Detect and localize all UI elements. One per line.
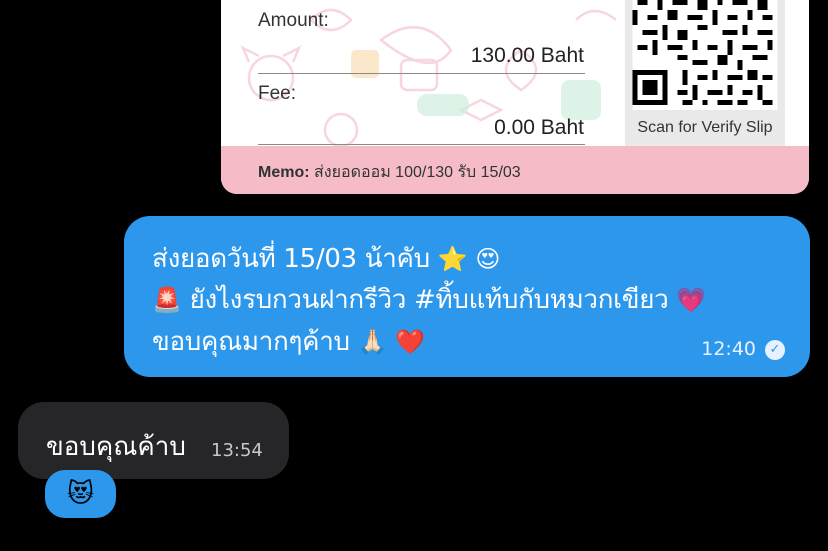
amount-value: 130.00 Baht: [470, 44, 584, 67]
message-line-3-text: ขอบคุณมากๆค้าบ: [152, 327, 350, 357]
fee-value: 0.00 Baht: [494, 116, 584, 139]
red-heart-emoji-icon: ❤️: [395, 328, 425, 356]
verify-qr-panel: Scan for Verify Slip: [625, 0, 785, 152]
memo-bar: Memo: ส่งยอดออม 100/130 รับ 15/03: [221, 146, 809, 194]
message-line-2-text: ยังไงรบกวนฝากรีวิว #ทิ้บแท้บกับหมวกเขียว: [189, 285, 669, 315]
siren-emoji-icon: 🚨: [152, 286, 182, 314]
qr-code-icon: [632, 0, 778, 110]
incoming-message-text: ขอบคุณค้าบ: [46, 432, 186, 462]
transfer-slip-image[interactable]: Amount: 130.00 Baht Fee: 0.00 Baht Scan …: [221, 0, 809, 194]
fee-divider: [258, 144, 585, 145]
star-emoji-icon: ⭐: [437, 245, 468, 273]
amount-divider: [258, 73, 585, 74]
heart-eyes-cat-emoji-icon: 😻: [66, 479, 95, 509]
message-line-2: 🚨 ยังไงรบกวนฝากรีวิว #ทิ้บแท้บกับหมวกเขี…: [152, 279, 706, 320]
message-line-3: ขอบคุณมากๆค้าบ 🙏🏻 ❤️: [152, 321, 425, 362]
incoming-message-bubble[interactable]: ขอบคุณค้าบ 13:54: [18, 402, 289, 479]
incoming-message-time: 13:54: [211, 440, 263, 461]
message-line-1-text: ส่งยอดวันที่ 15/03 น้าคับ: [152, 244, 430, 274]
folded-hands-emoji-icon: 🙏🏻: [357, 328, 388, 356]
pink-heart-emoji-icon: 💗: [676, 286, 707, 314]
read-check-icon: ✓: [765, 340, 785, 360]
fee-label: Fee:: [258, 83, 297, 104]
qr-caption: Scan for Verify Slip: [637, 119, 773, 136]
outgoing-message-time: 12:40: [701, 338, 756, 360]
amount-label: Amount:: [258, 10, 329, 31]
message-reaction-badge[interactable]: 😻: [45, 470, 116, 518]
memo-label: Memo:: [258, 164, 310, 181]
memo-text: ส่งยอดออม 100/130 รับ 15/03: [314, 164, 521, 181]
memo-line: Memo: ส่งยอดออม 100/130 รับ 15/03: [258, 160, 521, 185]
outgoing-message-bubble[interactable]: ส่งยอดวันที่ 15/03 น้าคับ ⭐ 😍 🚨 ยังไงรบก…: [124, 216, 810, 377]
message-line-1: ส่งยอดวันที่ 15/03 น้าคับ ⭐ 😍: [152, 238, 500, 279]
heart-eyes-emoji-icon: 😍: [475, 245, 501, 273]
